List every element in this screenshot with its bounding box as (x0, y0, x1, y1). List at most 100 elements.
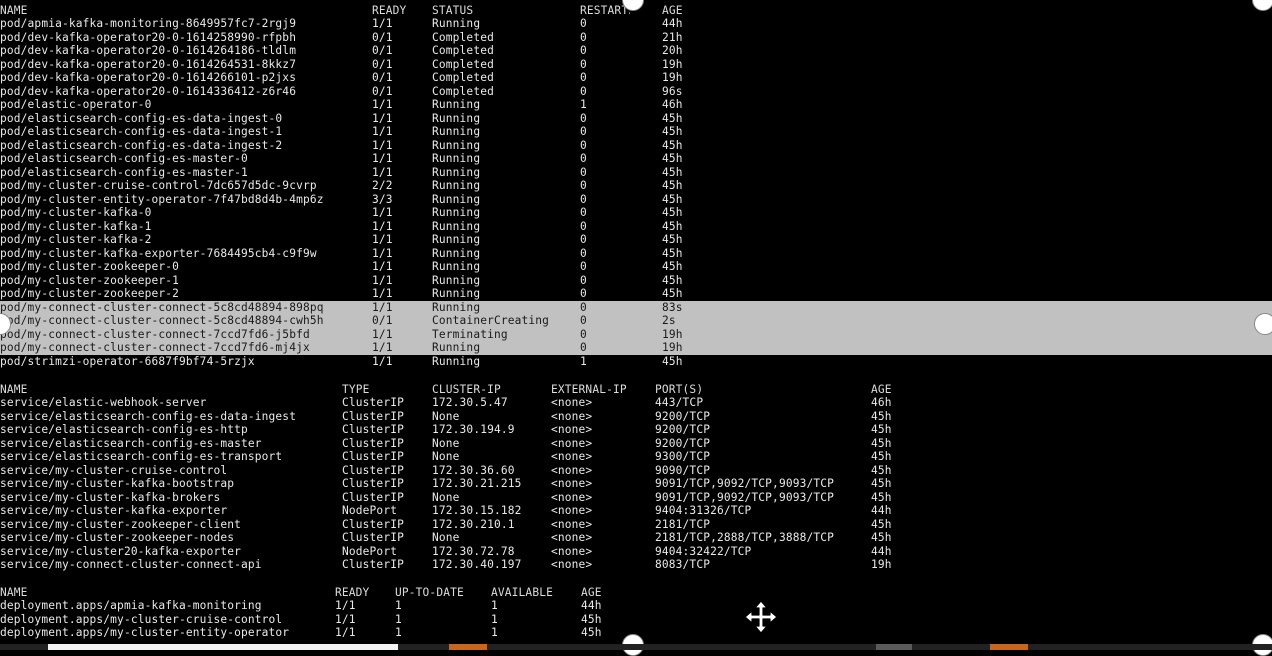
table-cell: 0 (580, 138, 587, 152)
table-cell: service/elasticsearch-config-es-data-ing… (0, 409, 297, 423)
table-cell: 45h (662, 287, 683, 300)
taskbar-item[interactable] (876, 644, 912, 650)
table-cell: pod/my-cluster-cruise-control-7dc657d5dc… (0, 179, 317, 192)
table-cell: service/my-connect-cluster-connect-api (0, 558, 262, 571)
table-cell: pod/my-cluster-kafka-exporter-7684495cb4… (0, 246, 317, 260)
table-cell: 0 (580, 192, 587, 206)
table-cell: pod/dev-kafka-operator20-0-1614258990-rf… (0, 30, 297, 44)
table-cell: 0/1 (372, 71, 393, 84)
table-row: service/my-cluster-kafka-brokers ClusterI… (0, 491, 1272, 505)
table-cell: 1/1 (372, 206, 393, 219)
table-cell: 1 (580, 98, 587, 111)
table-row: deployment.apps/my-cluster-cruise-contro… (0, 613, 1272, 627)
table-cell: 1/1 (372, 233, 393, 246)
table-row: pod/strimzi-operator-6687f9bf74-5rzjx 1/1… (0, 355, 1272, 369)
table-cell: 45h (871, 409, 892, 423)
table-cell: pod/apmia-kafka-monitoring-8649957fc7-2r… (0, 17, 297, 30)
table-row: service/my-cluster-kafka-exporter NodePor… (0, 504, 1272, 518)
table-cell: service/my-cluster-kafka-brokers (0, 490, 221, 504)
table-cell: 9091/TCP,9092/TCP,9093/TCP (655, 477, 835, 490)
table-cell: 1/1 (372, 111, 393, 125)
table-cell: 172.30.21.215 (432, 477, 522, 490)
table-header: NAME TYPE CLUSTER-IP EXTERNAL-IP PORT(S) AGE (0, 383, 1272, 397)
table-cell: 0 (580, 17, 587, 30)
column-header: NAME (0, 382, 28, 396)
table-cell: 83s (662, 300, 683, 314)
table-row: service/my-connect-cluster-connect-api Cl… (0, 558, 1272, 572)
table-cell: 0 (580, 341, 587, 354)
table-row: pod/my-connect-cluster-connect-5c8cd4889… (0, 314, 1272, 328)
table-cell: None (432, 531, 460, 544)
taskbar-strip (0, 644, 1272, 650)
table-cell: ContainerCreating (432, 314, 550, 327)
table-cell: 9200/TCP (655, 436, 711, 450)
move-arrows-icon[interactable] (744, 600, 778, 634)
table-cell: 45h (662, 152, 683, 165)
column-header: CLUSTER-IP (432, 382, 501, 396)
table-cell: pod/dev-kafka-operator20-0-1614264531-8k… (0, 57, 297, 71)
table-cell: 45h (871, 436, 892, 450)
table-cell: 9090/TCP (655, 463, 711, 477)
column-header: AGE (662, 3, 683, 17)
column-header: AVAILABLE (491, 585, 553, 599)
table-row: service/elastic-webhook-server ClusterIP 1… (0, 396, 1272, 410)
table-cell: 1/1 (335, 626, 356, 639)
table-cell: 2181/TCP (655, 517, 711, 531)
table-cell: Running (432, 192, 481, 206)
table-cell: 0 (580, 111, 587, 125)
table-cell: 1 (395, 626, 402, 639)
table-cell: Running (432, 98, 481, 111)
table-cell: None (432, 490, 460, 504)
table-cell: 0 (580, 165, 587, 179)
resize-handle-icon[interactable] (1254, 313, 1272, 335)
column-header: PORT(S) (655, 382, 704, 396)
table-cell: <none> (551, 517, 593, 531)
table-cell: 9200/TCP (655, 423, 711, 436)
table-cell: 45h (662, 206, 683, 219)
table-cell: 1/1 (372, 152, 393, 165)
table-cell: 19h (662, 57, 683, 71)
table-cell: Running (432, 341, 481, 354)
table-cell: Running (432, 273, 481, 287)
table-row: pod/dev-kafka-operator20-0-1614264186-tl… (0, 44, 1272, 58)
table-row: pod/my-cluster-zookeeper-1 1/1 Running 0 45h (0, 274, 1272, 288)
taskbar-item[interactable] (449, 644, 487, 650)
table-cell: 45h (871, 477, 892, 490)
table-cell: 1 (491, 599, 498, 612)
table-row: pod/dev-kafka-operator20-0-1614258990-rf… (0, 31, 1272, 45)
table-cell: 1/1 (372, 246, 393, 260)
table-cell: pod/elasticsearch-config-es-data-ingest-… (0, 125, 283, 138)
table-cell: 19h (662, 341, 683, 354)
table-row: service/elasticsearch-config-es-http Clus… (0, 423, 1272, 437)
taskbar-item[interactable] (48, 644, 398, 650)
column-header: READY (335, 585, 370, 599)
column-header: TYPE (342, 382, 370, 396)
table-cell: 1/1 (335, 612, 356, 626)
table-cell: service/my-cluster-zookeeper-client (0, 517, 241, 531)
table-cell: ClusterIP (342, 477, 404, 490)
table-cell: 172.30.36.60 (432, 463, 515, 477)
table-cell: 45h (662, 138, 683, 152)
table-cell: 1 (491, 626, 498, 639)
table-cell: None (432, 409, 460, 423)
table-cell: 0/1 (372, 44, 393, 57)
table-cell: 20h (662, 44, 683, 57)
taskbar-item[interactable] (990, 644, 1028, 650)
table-cell: 19h (662, 327, 683, 341)
table-cell: Running (432, 246, 481, 260)
table-cell: Running (432, 179, 481, 192)
table-cell: 3/3 (372, 192, 393, 206)
table-cell: Running (432, 219, 481, 233)
table-cell: 45h (662, 246, 683, 260)
table-cell: 0 (580, 30, 587, 44)
table-cell: pod/elasticsearch-config-es-data-ingest-… (0, 111, 283, 125)
table-cell: deployment.apps/my-cluster-entity-operat… (0, 626, 290, 639)
table-cell: pod/my-cluster-kafka-1 (0, 219, 152, 233)
table-cell: Completed (432, 44, 494, 57)
table-cell: 9300/TCP (655, 450, 711, 463)
table-cell: 45h (871, 490, 892, 504)
table-cell: <none> (551, 396, 593, 409)
table-cell: pod/my-cluster-kafka-0 (0, 206, 152, 219)
table-cell: 1/1 (372, 125, 393, 138)
table-cell: 1 (580, 354, 587, 368)
